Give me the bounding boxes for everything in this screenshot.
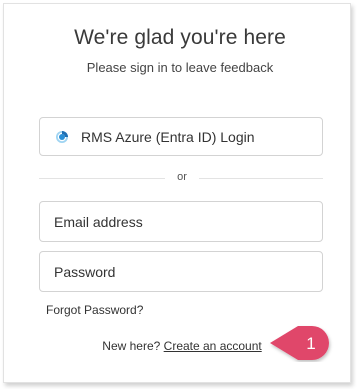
azure-entra-icon [55, 130, 69, 144]
callout-number: 1 [306, 334, 315, 353]
divider-line-right [199, 178, 323, 179]
forgot-password-link[interactable]: Forgot Password? [46, 303, 143, 317]
step-callout: 1 [268, 322, 334, 367]
callout-badge-shape [270, 326, 329, 360]
sso-login-label: RMS Azure (Entra ID) Login [81, 128, 255, 145]
sso-login-button[interactable]: RMS Azure (Entra ID) Login [39, 117, 323, 156]
email-field[interactable] [39, 201, 323, 242]
signup-prompt-text: New here? [102, 339, 161, 353]
password-field[interactable] [39, 251, 323, 292]
divider-or: or [177, 171, 187, 183]
divider-line-left [39, 178, 165, 179]
page-subtitle: Please sign in to leave feedback [86, 60, 274, 75]
create-account-link[interactable]: Create an account [164, 339, 262, 353]
page-title: We're glad you're here [74, 26, 286, 49]
